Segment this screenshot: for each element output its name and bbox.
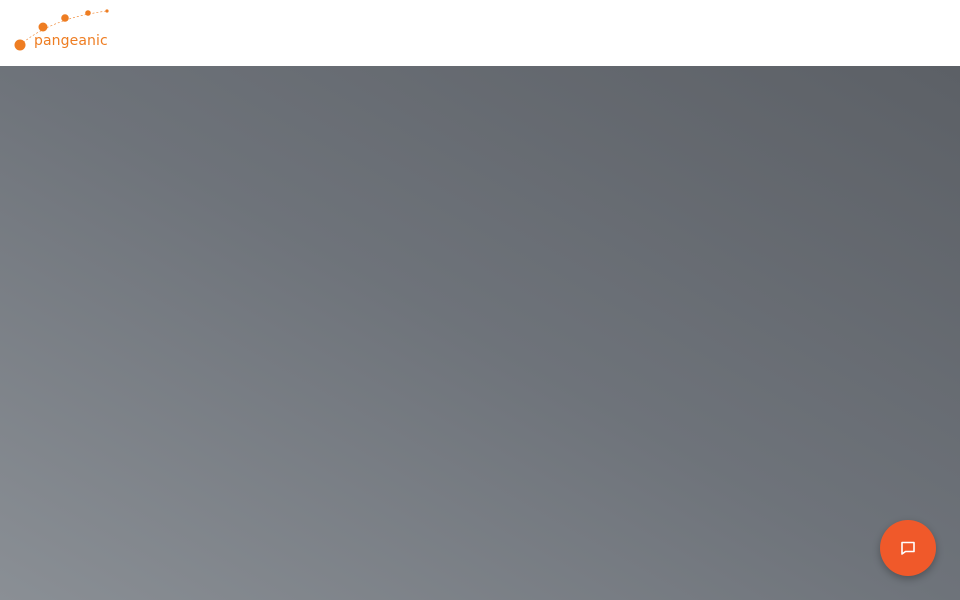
hero-banner: [0, 66, 960, 600]
chat-bubble-icon: [901, 541, 915, 555]
site-header: pangeanic: [0, 0, 960, 66]
chat-widget-button[interactable]: [880, 520, 936, 576]
logo-wordmark: pangeanic: [34, 33, 108, 49]
pangeanic-logo[interactable]: pangeanic: [12, 8, 122, 54]
